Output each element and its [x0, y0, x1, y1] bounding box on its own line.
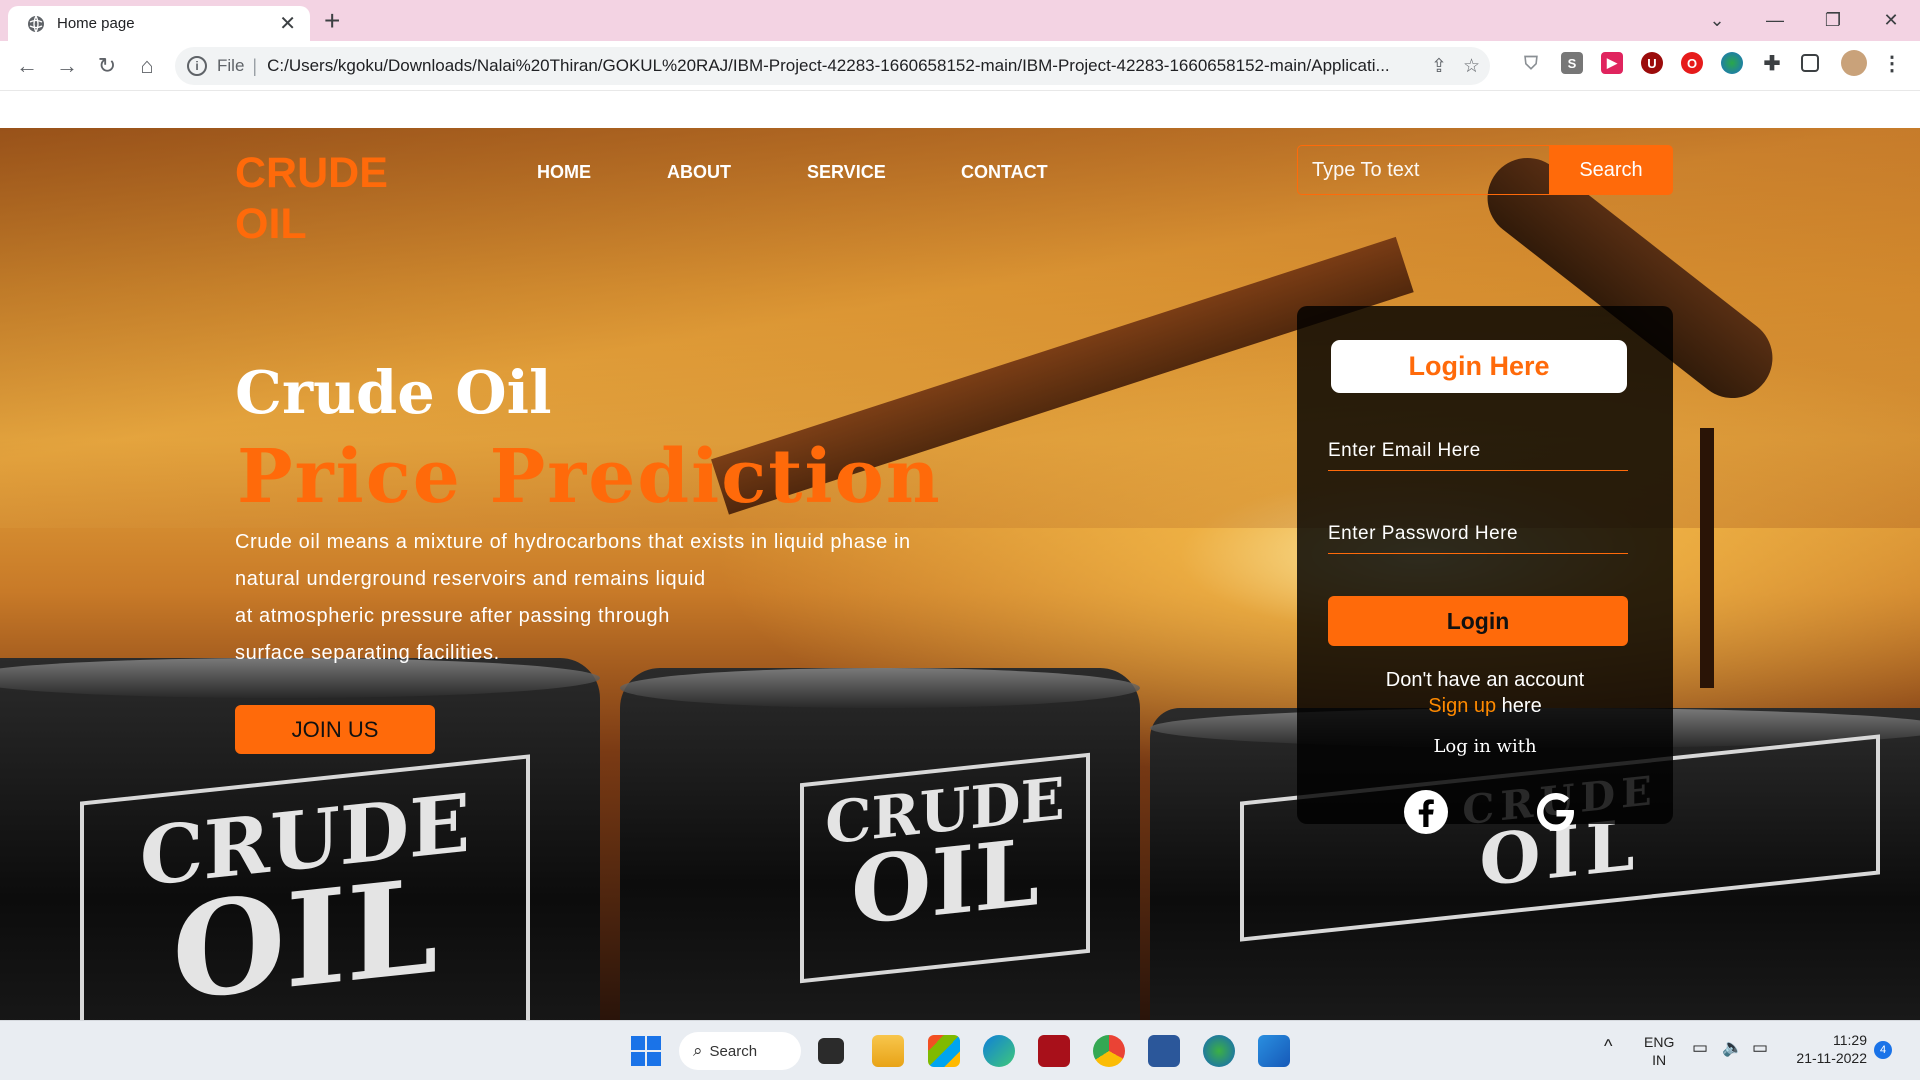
search-button[interactable]: Search [1549, 145, 1673, 195]
hero-desc-line: Crude oil means a mixture of hydrocarbon… [235, 531, 911, 553]
facebook-icon[interactable] [1403, 789, 1449, 835]
signup-suffix: here [1496, 695, 1542, 717]
login-card: Login Here Login Don't have an account S… [1297, 306, 1673, 834]
site-info-icon[interactable]: i [187, 56, 207, 76]
url-separator: | [252, 55, 258, 76]
profile-avatar[interactable] [1841, 50, 1867, 76]
no-account-text: Don't have an account [1385, 669, 1585, 691]
close-window-icon[interactable]: ✕ [1862, 0, 1920, 41]
login-title: Login Here [1331, 340, 1627, 393]
globe-icon [28, 15, 44, 32]
site-logo[interactable]: CRUDE OIL [235, 148, 388, 250]
logo-line-1: CRUDE [235, 149, 388, 197]
forward-icon[interactable]: → [52, 51, 82, 81]
reload-icon[interactable]: ↻ [92, 51, 122, 81]
shield-extension-icon[interactable]: ⛉ [1520, 52, 1542, 74]
logo-line-2: OIL [235, 200, 307, 248]
opera-extension-icon[interactable]: O [1681, 52, 1703, 74]
globe-app-icon[interactable] [1203, 1035, 1235, 1067]
edge-icon[interactable] [983, 1035, 1015, 1067]
nav-home[interactable]: HOME [537, 162, 591, 183]
ublock-extension-icon[interactable]: U [1641, 52, 1663, 74]
restore-icon[interactable]: ❐ [1804, 0, 1862, 41]
email-field[interactable] [1328, 431, 1628, 471]
barrel-label: CRUDE OIL [80, 754, 530, 1020]
tab-title: Home page [57, 15, 135, 32]
new-tab-button[interactable]: + [324, 7, 340, 35]
tab-close-icon[interactable]: ✕ [279, 14, 296, 34]
taskbar-search[interactable]: ⌕ Search [679, 1032, 801, 1070]
password-field[interactable] [1328, 514, 1628, 554]
taskbar-search-label: Search [709, 1042, 758, 1060]
share-icon[interactable]: ⇪ [1431, 55, 1447, 78]
barrel-lid [620, 668, 1140, 708]
volume-icon[interactable]: 🔈 [1722, 1039, 1743, 1057]
network-icon[interactable]: ▭ [1692, 1039, 1708, 1057]
battery-icon[interactable]: ▭ [1752, 1039, 1768, 1057]
nav-about[interactable]: ABOUT [667, 162, 731, 183]
hero-desc-line: surface separating facilities. [235, 642, 500, 664]
signup-prompt: Don't have an account Sign up here [1297, 667, 1673, 719]
chrome-icon[interactable] [1093, 1035, 1125, 1067]
taskbar: ⌕ Search ^ ENG IN ▭ 🔈 ▭ 11:29 21-11-2022… [0, 1020, 1920, 1080]
back-icon[interactable]: ← [12, 51, 42, 81]
browser-tab-bar: Home page ✕ + ⌄ — ❐ ✕ [0, 0, 1920, 41]
webpage: CRUDE OIL CRUDE OIL CRUDE OIL CRUDE OIL … [0, 128, 1920, 1020]
hero-desc-line: natural underground reservoirs and remai… [235, 568, 706, 590]
windows-start-icon[interactable] [630, 1035, 662, 1067]
barrel: CRUDE OIL [620, 668, 1140, 1020]
lang-line-2: IN [1652, 1052, 1667, 1068]
language-indicator[interactable]: ENG IN [1644, 1033, 1674, 1069]
browser-tab-active[interactable]: Home page ✕ [8, 6, 310, 41]
clock-date: 21-11-2022 [1796, 1050, 1867, 1066]
tray-chevron-icon[interactable]: ^ [1604, 1037, 1612, 1055]
window-controls: ⌄ — ❐ ✕ [1688, 0, 1920, 41]
hero-title: Crude Oil [235, 358, 552, 427]
google-icon[interactable] [1533, 789, 1579, 835]
file-explorer-icon[interactable] [872, 1035, 904, 1067]
clock-time: 11:29 [1833, 1032, 1867, 1048]
site-search: Search [1297, 145, 1673, 195]
search-icon: ⌕ [693, 1041, 703, 1060]
browser-toolbar: ← → ↻ ⌂ i File | C:/Users/kgoku/Download… [0, 41, 1920, 91]
app-icon[interactable] [1038, 1035, 1070, 1067]
lang-line-1: ENG [1644, 1034, 1675, 1050]
hero-desc-line: at atmospheric pressure after passing th… [235, 605, 670, 627]
nav-service[interactable]: SERVICE [807, 162, 886, 183]
home-icon[interactable]: ⌂ [132, 51, 162, 81]
globe-extension-icon[interactable] [1721, 52, 1743, 74]
microsoft-store-icon[interactable] [928, 1035, 960, 1067]
url-scheme: File [217, 56, 245, 75]
video-extension-icon[interactable]: ▶ [1601, 52, 1623, 74]
minimize-icon[interactable]: — [1746, 0, 1804, 41]
hero-description: Crude oil means a mixture of hydrocarbon… [235, 524, 1015, 672]
notification-badge[interactable]: 4 [1874, 1041, 1892, 1059]
signup-link[interactable]: Sign up [1428, 695, 1496, 717]
side-panel-icon[interactable] [1801, 54, 1819, 72]
url-text[interactable]: C:/Users/kgoku/Downloads/Nalai%20Thiran/… [267, 56, 1427, 76]
login-with-label: Log in with [1433, 736, 1537, 757]
word-icon[interactable] [1148, 1035, 1180, 1067]
join-us-button[interactable]: JOIN US [235, 705, 435, 754]
browser-menu-icon[interactable]: ⋮ [1881, 52, 1903, 75]
extensions-puzzle-icon[interactable]: ✚ [1761, 52, 1783, 75]
nav-contact[interactable]: CONTACT [961, 162, 1048, 183]
task-view-icon[interactable] [818, 1038, 844, 1064]
tab-search-chevron-icon[interactable]: ⌄ [1688, 0, 1746, 41]
barrel-label: CRUDE OIL [800, 752, 1090, 984]
address-bar[interactable]: i File | C:/Users/kgoku/Downloads/Nalai%… [175, 47, 1490, 85]
search-input[interactable] [1297, 145, 1549, 195]
photos-icon[interactable] [1258, 1035, 1290, 1067]
hero-subtitle: Price Prediction [237, 434, 942, 520]
login-button[interactable]: Login [1328, 596, 1628, 646]
bookmark-star-icon[interactable]: ☆ [1463, 55, 1480, 78]
s-extension-icon[interactable]: S [1561, 52, 1583, 74]
clock[interactable]: 11:29 21-11-2022 [1795, 1031, 1867, 1067]
